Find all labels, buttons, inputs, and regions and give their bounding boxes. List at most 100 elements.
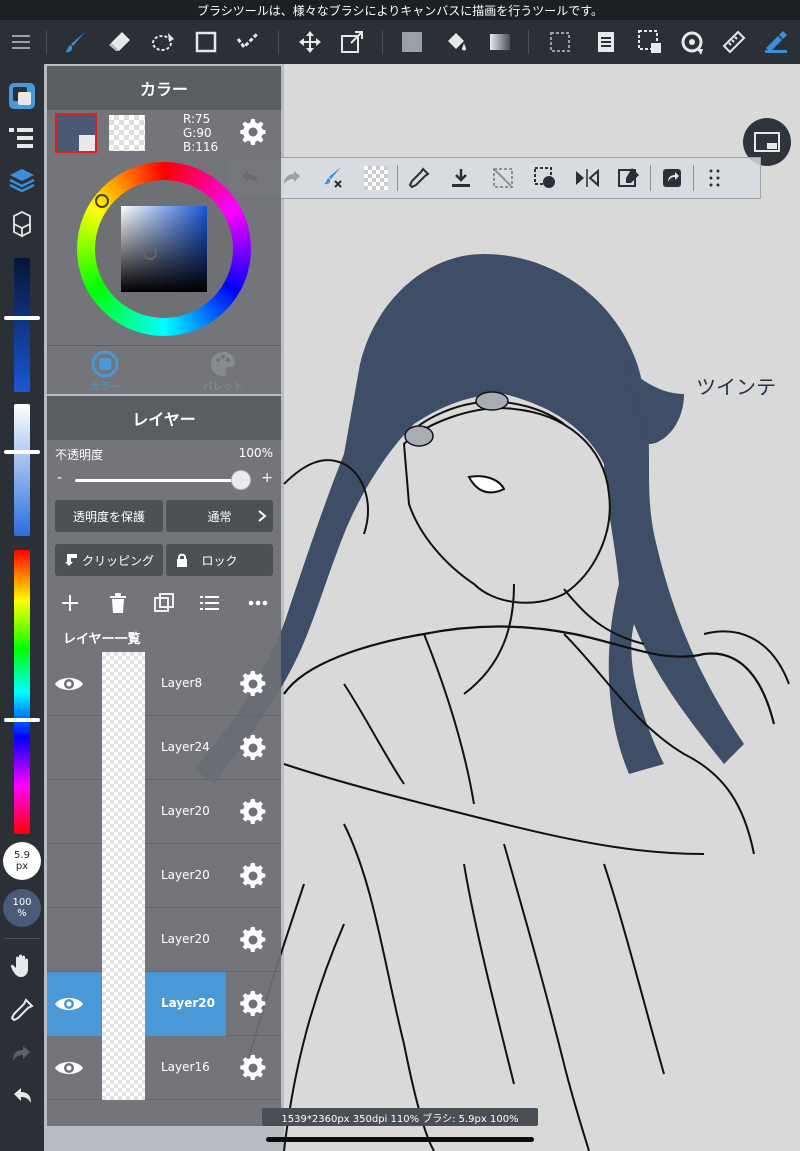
clipping-icon bbox=[64, 554, 77, 566]
brush-size-badge[interactable]: 5.9 px bbox=[3, 842, 41, 880]
transparent-color-button[interactable] bbox=[355, 158, 397, 198]
layer-list-button[interactable] bbox=[195, 588, 225, 618]
deselect-icon[interactable] bbox=[542, 24, 578, 60]
blend-mode-button[interactable]: 通常 bbox=[166, 500, 273, 532]
lock-button[interactable]: ロック bbox=[166, 544, 273, 576]
opacity-minus[interactable]: - bbox=[57, 470, 62, 486]
transform-icon[interactable] bbox=[334, 24, 370, 60]
layer-name: Layer20 bbox=[161, 932, 210, 946]
protect-alpha-button[interactable]: 透明度を保護 bbox=[55, 500, 163, 532]
color-panel-title: カラー bbox=[47, 66, 281, 110]
select-area-icon[interactable] bbox=[632, 24, 668, 60]
rotate-icon[interactable] bbox=[674, 24, 710, 60]
layer-row[interactable]: Layer8 bbox=[47, 652, 281, 716]
layer-copy-icon[interactable] bbox=[588, 24, 624, 60]
clipping-button[interactable]: クリッピング bbox=[55, 544, 163, 576]
brightness-slider-knob[interactable] bbox=[4, 316, 40, 320]
layer-row[interactable]: Layer20 bbox=[47, 908, 281, 972]
hue-slider[interactable] bbox=[14, 550, 30, 834]
layer-actions bbox=[47, 588, 281, 618]
layer-thumbnail bbox=[102, 844, 145, 908]
fill-color-icon[interactable] bbox=[394, 24, 430, 60]
hue-slider-knob[interactable] bbox=[4, 718, 40, 722]
saturation-value-square[interactable] bbox=[121, 206, 207, 292]
eyedropper-icon[interactable] bbox=[4, 992, 40, 1028]
layer-thumbnail bbox=[102, 1036, 145, 1100]
check-select-icon[interactable] bbox=[230, 24, 266, 60]
trash-icon bbox=[110, 593, 126, 613]
color-panel: カラー R:75 G:90 B:116 カラー パレット bbox=[47, 66, 281, 394]
layer-row[interactable]: Layer16 bbox=[47, 1036, 281, 1100]
tooltip-bar: ブラシツールは、様々なブラシによりキャンバスに描画を行うツールです。 bbox=[0, 0, 800, 20]
layer-name: Layer16 bbox=[161, 1060, 210, 1074]
layer-list-title: レイヤー一覧 bbox=[63, 632, 141, 647]
more-options-button[interactable] bbox=[243, 588, 273, 618]
canvas-annotation: ツインテ bbox=[696, 375, 776, 399]
hand-icon[interactable] bbox=[4, 948, 40, 984]
tab-color[interactable]: カラー bbox=[65, 350, 145, 394]
opacity-slider[interactable]: - + bbox=[55, 470, 273, 490]
rectangle-icon[interactable] bbox=[188, 24, 224, 60]
clear-selection-button[interactable] bbox=[482, 158, 524, 198]
layer-row-selected[interactable]: Layer20 bbox=[47, 972, 281, 1036]
layer-settings-gear-icon[interactable] bbox=[239, 798, 267, 826]
brush-opacity-badge[interactable]: 100 % bbox=[3, 889, 41, 927]
lasso-select-icon[interactable] bbox=[146, 24, 182, 60]
brush-eraser-icon bbox=[324, 167, 342, 188]
layer-settings-gear-icon[interactable] bbox=[239, 926, 267, 954]
duplicate-layer-button[interactable] bbox=[149, 588, 179, 618]
toolbar-drag-handle[interactable] bbox=[694, 158, 736, 198]
redo-icon[interactable] bbox=[4, 1036, 40, 1072]
tab-palette[interactable]: パレット bbox=[183, 350, 263, 394]
lock-icon bbox=[177, 553, 187, 567]
opacity-slider-knob[interactable] bbox=[231, 470, 251, 490]
eraser-icon[interactable] bbox=[102, 24, 138, 60]
saturation-slider[interactable] bbox=[14, 404, 30, 536]
eyedropper-button[interactable] bbox=[398, 158, 440, 198]
delete-layer-button[interactable] bbox=[103, 588, 133, 618]
visibility-toggle[interactable] bbox=[51, 668, 87, 700]
layer-settings-gear-icon[interactable] bbox=[239, 734, 267, 762]
layers-panel-icon[interactable] bbox=[4, 162, 40, 198]
saturation-slider-knob[interactable] bbox=[4, 450, 40, 454]
menu-icon[interactable] bbox=[4, 24, 40, 60]
bucket-icon[interactable] bbox=[438, 24, 474, 60]
visibility-toggle[interactable] bbox=[51, 988, 87, 1020]
brush-settings-icon[interactable] bbox=[758, 24, 794, 60]
hue-picker-ring[interactable] bbox=[95, 194, 109, 208]
materials-icon[interactable] bbox=[4, 206, 40, 242]
sv-picker-ring[interactable] bbox=[143, 246, 157, 260]
flip-horizontal-icon bbox=[576, 168, 599, 188]
layer-settings-gear-icon[interactable] bbox=[239, 670, 267, 698]
tab-palette-label: パレット bbox=[203, 382, 243, 393]
layer-settings-gear-icon[interactable] bbox=[239, 1054, 267, 1082]
sub-color-swatch[interactable] bbox=[109, 115, 145, 151]
import-button[interactable] bbox=[440, 158, 482, 198]
gradient-icon[interactable] bbox=[482, 24, 518, 60]
visibility-toggle[interactable] bbox=[51, 1052, 87, 1084]
add-layer-button[interactable] bbox=[55, 588, 85, 618]
layer-settings-gear-icon[interactable] bbox=[239, 862, 267, 890]
ruler-icon[interactable] bbox=[716, 24, 752, 60]
opacity-plus[interactable]: + bbox=[261, 470, 273, 486]
color-settings-gear-icon[interactable] bbox=[239, 118, 267, 146]
flip-button[interactable] bbox=[566, 158, 608, 198]
brush-toggle-button[interactable] bbox=[313, 158, 355, 198]
layer-row[interactable]: Layer20 bbox=[47, 780, 281, 844]
select-invert-button[interactable] bbox=[524, 158, 566, 198]
move-icon[interactable] bbox=[292, 24, 328, 60]
color-panel-toggle-icon[interactable] bbox=[4, 78, 40, 114]
share-button[interactable] bbox=[651, 158, 693, 198]
main-color-swatch[interactable] bbox=[55, 113, 97, 153]
brush-list-icon[interactable] bbox=[4, 120, 40, 156]
layer-row[interactable]: Layer20 bbox=[47, 844, 281, 908]
brush-opacity-unit: % bbox=[17, 908, 27, 919]
layer-row[interactable]: Layer24 bbox=[47, 716, 281, 780]
undo-icon[interactable] bbox=[4, 1078, 40, 1114]
home-indicator[interactable] bbox=[266, 1137, 534, 1142]
layer-settings-gear-icon[interactable] bbox=[239, 990, 267, 1018]
erase-selection-button[interactable] bbox=[608, 158, 650, 198]
lock-label: ロック bbox=[201, 553, 238, 568]
brush-icon[interactable] bbox=[58, 24, 94, 60]
brightness-slider[interactable] bbox=[14, 258, 30, 392]
